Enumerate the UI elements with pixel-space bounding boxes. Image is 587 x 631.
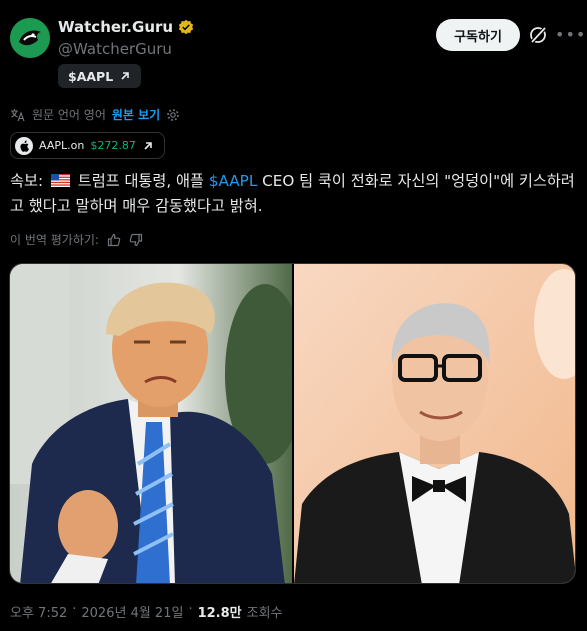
original-language-label: 원문 언어 영어	[32, 108, 106, 122]
tweet-media[interactable]	[9, 263, 576, 584]
meta-separator: ·	[188, 602, 193, 617]
stock-ticker: AAPL.on	[39, 139, 85, 152]
watcher-guru-logo-icon	[10, 18, 50, 58]
tweet-time[interactable]: 오후 7:52	[10, 602, 67, 621]
more-icon[interactable]: •••	[555, 24, 585, 46]
thumbs-up-icon[interactable]	[107, 233, 121, 247]
rate-translation-label: 이 번역 평가하기:	[10, 233, 99, 247]
arrow-up-right-icon	[144, 141, 152, 150]
tweet-header: Watcher.Guru @WatcherGuru $AAPL 구독하기 •••	[0, 0, 587, 100]
photo-left-portrait[interactable]	[10, 264, 292, 584]
author-name[interactable]: Watcher.Guru	[58, 18, 173, 36]
apple-logo-icon	[15, 136, 33, 155]
translation-row: 원문 언어 영어 원본 보기	[10, 106, 180, 123]
author-handle[interactable]: @WatcherGuru	[58, 40, 172, 58]
subscribe-button[interactable]: 구독하기	[436, 19, 520, 51]
avatar[interactable]	[10, 18, 50, 58]
breaking-prefix: 속보:	[10, 172, 48, 190]
meta-separator: ·	[72, 602, 77, 617]
author-name-row: Watcher.Guru	[58, 18, 194, 36]
verified-badge-icon[interactable]	[178, 19, 194, 35]
tweet-date[interactable]: 2026년 4월 21일	[81, 602, 183, 621]
us-flag-icon	[50, 174, 70, 187]
cashtag-chip-label: $AAPL	[68, 68, 114, 84]
photo-right-portrait[interactable]	[294, 264, 576, 584]
rate-translation-row: 이 번역 평가하기:	[10, 231, 143, 248]
arrow-up-right-icon	[121, 72, 129, 80]
translate-icon	[11, 108, 25, 121]
tweet-meta: 오후 7:52 · 2026년 4월 21일 · 12.8만 조회수	[10, 602, 283, 621]
thumbs-down-icon[interactable]	[129, 233, 143, 247]
cashtag-link[interactable]: $AAPL	[209, 172, 258, 190]
stock-price: $272.87	[90, 139, 136, 152]
views-label: 조회수	[246, 606, 283, 621]
text-before-cashtag: 트럼프 대통령, 애플	[72, 172, 209, 190]
tweet-text: 속보: 트럼프 대통령, 애플 $AAPL CEO 팀 쿡이 전화로 자신의 "…	[10, 169, 576, 219]
stock-chip[interactable]: AAPL.on $272.87	[10, 132, 165, 159]
views-count: 12.8만	[197, 606, 242, 621]
show-original-link[interactable]: 원본 보기	[112, 106, 160, 123]
cashtag-chip[interactable]: $AAPL	[58, 64, 142, 88]
gear-icon[interactable]	[166, 108, 180, 122]
grok-icon[interactable]	[527, 24, 549, 46]
